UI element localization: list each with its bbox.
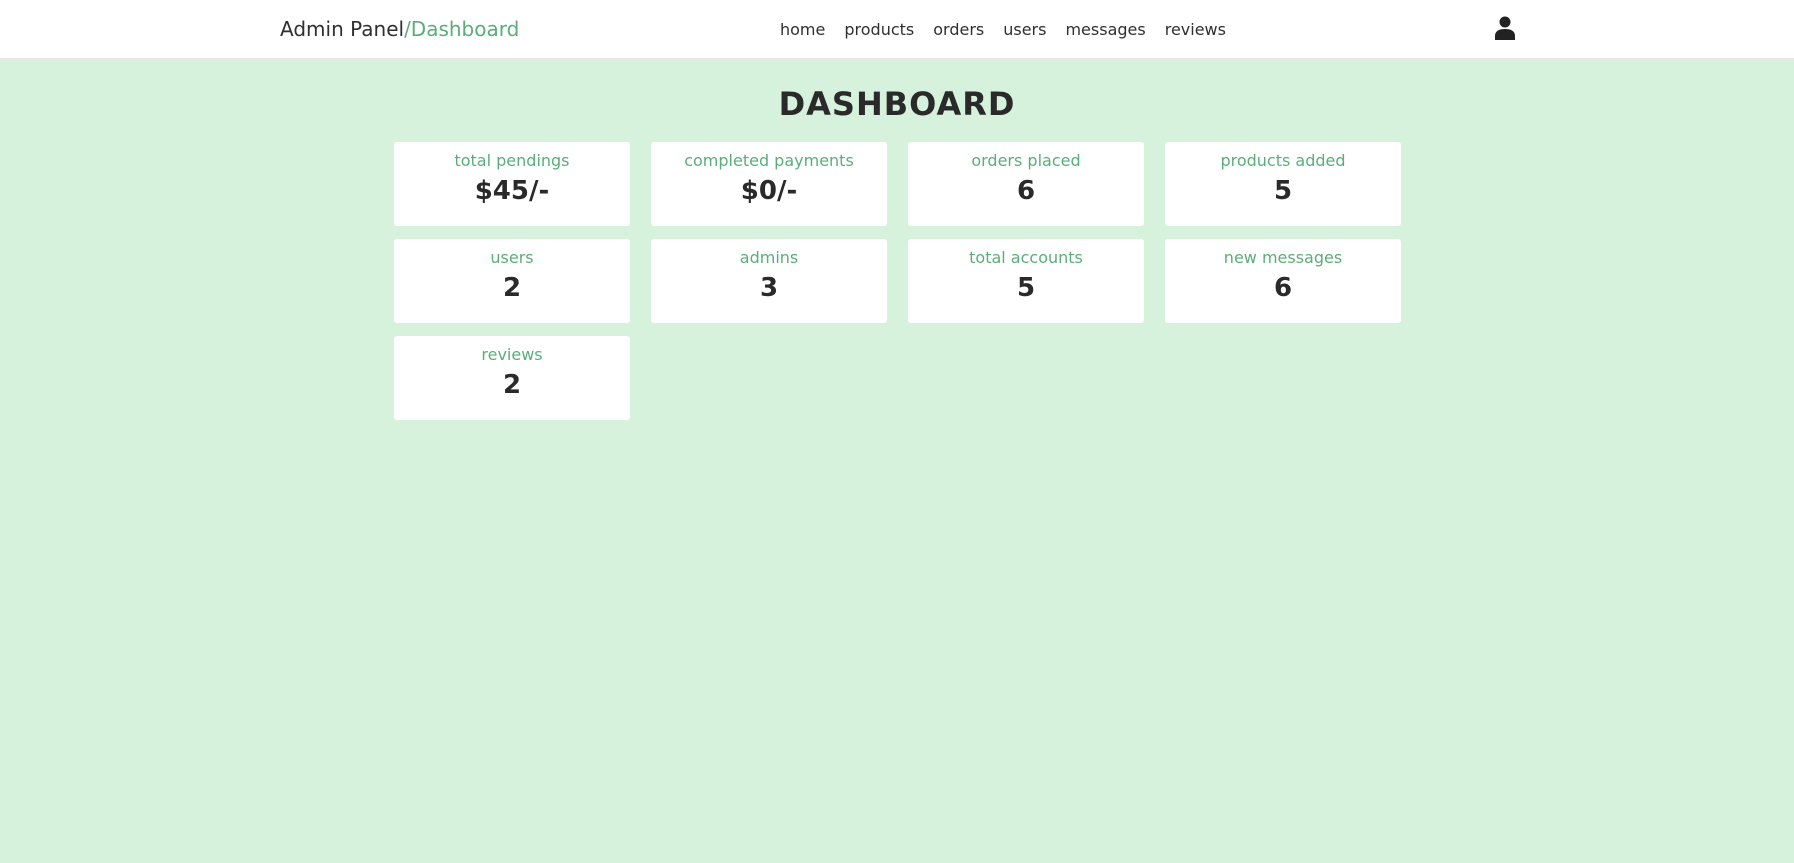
stat-value: 3	[759, 273, 779, 303]
stat-label: completed payments	[684, 151, 854, 170]
nav-users[interactable]: users	[1003, 18, 1046, 42]
stat-label: total accounts	[969, 248, 1083, 267]
nav-messages[interactable]: messages	[1065, 18, 1145, 42]
stat-value: 2	[502, 370, 522, 400]
stat-card-users: users 2	[394, 239, 630, 323]
stat-value: $45/-	[474, 176, 550, 206]
stat-card-products-added: products added 5	[1165, 142, 1401, 226]
stat-card-total-accounts: total accounts 5	[908, 239, 1144, 323]
stat-value: 5	[1273, 176, 1293, 206]
user-icon[interactable]	[1494, 16, 1516, 40]
nav-reviews[interactable]: reviews	[1165, 18, 1226, 42]
stat-label: admins	[739, 248, 799, 267]
stat-label: reviews	[481, 345, 543, 364]
stat-label: new messages	[1223, 248, 1343, 267]
stat-label: total pendings	[454, 151, 570, 170]
stats-grid: total pendings $45/- completed payments …	[394, 142, 1401, 420]
nav-home[interactable]: home	[780, 18, 825, 42]
stat-card-total-pendings: total pendings $45/-	[394, 142, 630, 226]
stat-card-completed-payments: completed payments $0/-	[651, 142, 887, 226]
stat-value: 6	[1016, 176, 1036, 206]
nav-orders[interactable]: orders	[933, 18, 984, 42]
stat-label: products added	[1220, 151, 1346, 170]
page-title: DASHBOARD	[778, 85, 1016, 123]
stat-value: 6	[1273, 273, 1293, 303]
stat-card-reviews: reviews 2	[394, 336, 630, 420]
stat-card-orders-placed: orders placed 6	[908, 142, 1144, 226]
stat-value: 5	[1016, 273, 1036, 303]
logo-main: Admin Panel	[280, 17, 405, 41]
top-header: Admin Panel/Dashboard home products orde…	[0, 0, 1794, 59]
main-nav: home products orders users messages revi…	[780, 18, 1226, 42]
stat-label: users	[490, 248, 534, 267]
stat-value: $0/-	[740, 176, 798, 206]
logo-accent: /Dashboard	[404, 17, 520, 41]
stat-card-admins: admins 3	[651, 239, 887, 323]
logo[interactable]: Admin Panel/Dashboard	[280, 16, 519, 42]
stat-value: 2	[502, 273, 522, 303]
stat-card-new-messages: new messages 6	[1165, 239, 1401, 323]
nav-products[interactable]: products	[844, 18, 914, 42]
stat-label: orders placed	[971, 151, 1081, 170]
